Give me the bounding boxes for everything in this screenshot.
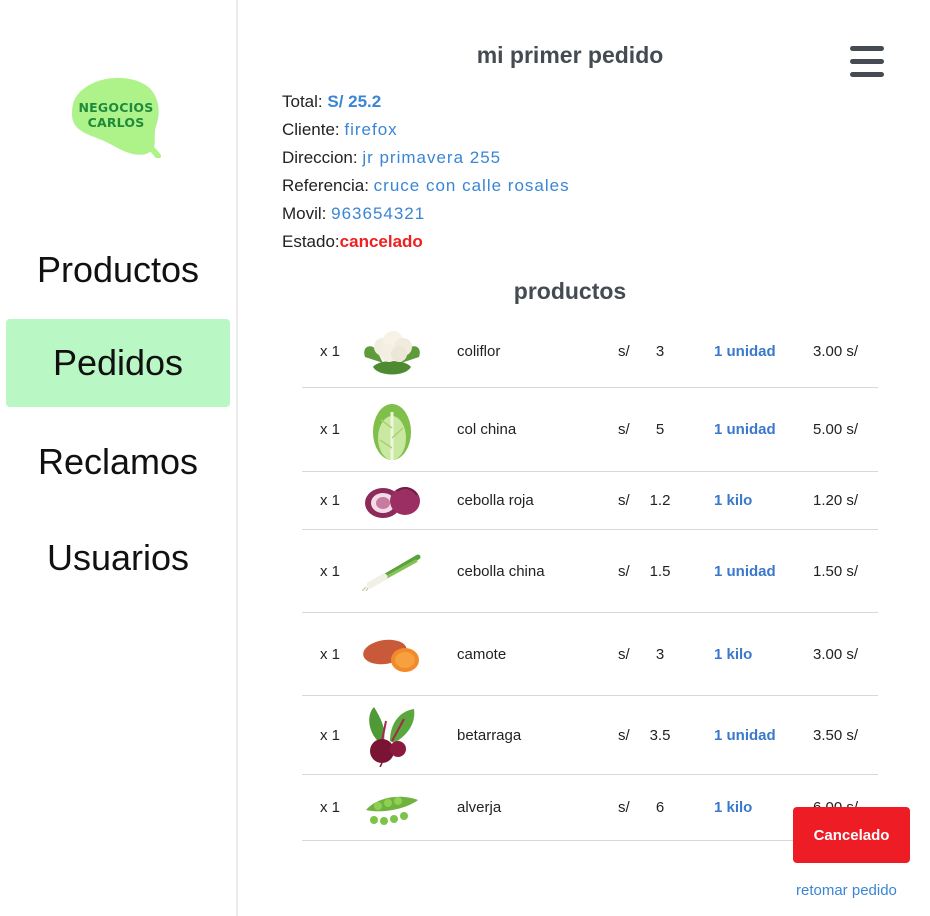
table-row: x 1 alverja s/ 6 1 kilo 6.00 s/ xyxy=(302,775,878,841)
red-onion-icon xyxy=(358,481,426,521)
product-unit: 1 unidad xyxy=(714,343,776,360)
product-qty: x 1 xyxy=(320,492,341,509)
product-price: 1.2 xyxy=(649,492,671,509)
status-label: Estado: xyxy=(282,232,340,251)
product-unit: 1 unidad xyxy=(714,562,776,580)
product-price: 3 xyxy=(655,343,665,360)
menu-bar xyxy=(850,59,884,64)
products-heading: productos xyxy=(513,278,627,304)
table-row: x 1 cebolla roja s/ 1.2 1 kilo 1.20 s/ xyxy=(302,472,878,530)
product-currency: s/ xyxy=(618,726,630,744)
product-qty: x 1 xyxy=(320,726,341,744)
phone-value: 963654321 xyxy=(331,204,426,223)
order-phone-row: Movil: 963654321 xyxy=(282,200,570,228)
total-label: Total: xyxy=(282,92,328,111)
product-name: coliflor xyxy=(457,343,501,360)
product-currency: s/ xyxy=(618,645,630,663)
table-row: x 1 coliflor s/ 3 1 unidad 3.00 s/ xyxy=(302,316,878,388)
table-row: x 1 cebolla china s/ 1.5 1 unidad 1.50 s… xyxy=(302,530,878,613)
phone-label: Movil: xyxy=(282,204,332,223)
product-subtotal: 5.00 s/ xyxy=(813,421,859,438)
order-reference-row: Referencia: cruce con calle rosales xyxy=(282,172,570,200)
peas-icon xyxy=(358,788,426,828)
product-name: alverja xyxy=(457,799,502,816)
product-currency: s/ xyxy=(618,799,630,816)
cauliflower-icon xyxy=(358,323,426,381)
product-currency: s/ xyxy=(618,492,630,509)
product-name: betarraga xyxy=(457,726,522,744)
beetroot-icon xyxy=(358,703,426,767)
client-value: firefox xyxy=(344,120,398,139)
sidebar-item-pedidos[interactable]: Pedidos xyxy=(6,319,230,407)
product-qty: x 1 xyxy=(320,343,341,360)
sweet-potato-icon xyxy=(358,632,426,676)
table-row: x 1 betarraga s/ 3.5 1 unidad 3.50 s/ xyxy=(302,696,878,775)
product-currency: s/ xyxy=(618,421,630,438)
chinese-cabbage-icon xyxy=(358,398,426,462)
sidebar: NEGOCIOS CARLOS Productos Pedidos Reclam… xyxy=(0,0,238,916)
cancelled-status-button[interactable]: Cancelado xyxy=(793,807,910,863)
address-value: jr primavera 255 xyxy=(362,148,502,167)
products-table: x 1 coliflor s/ 3 1 unidad 3.00 s/ x 1 c… xyxy=(302,316,878,841)
order-info: Total: S/ 25.2 Cliente: firefox Direccio… xyxy=(282,88,570,256)
product-unit: 1 kilo xyxy=(714,492,753,509)
resume-order-link[interactable]: retomar pedido xyxy=(796,882,897,899)
table-row: x 1 camote s/ 3 1 kilo 3.00 s/ xyxy=(302,613,878,696)
reference-value: cruce con calle rosales xyxy=(373,176,570,195)
product-qty: x 1 xyxy=(320,645,341,663)
product-name: cebolla roja xyxy=(457,492,534,509)
product-qty: x 1 xyxy=(320,799,341,816)
product-unit: 1 kilo xyxy=(714,799,753,816)
product-currency: s/ xyxy=(618,343,630,360)
order-client-row: Cliente: firefox xyxy=(282,116,570,144)
logo-line-2: CARLOS xyxy=(87,115,145,130)
spring-onion-icon xyxy=(358,551,426,591)
product-price: 5 xyxy=(655,421,665,438)
product-unit: 1 unidad xyxy=(714,421,776,438)
order-address-row: Direccion: jr primavera 255 xyxy=(282,144,570,172)
product-subtotal: 3.00 s/ xyxy=(813,343,859,360)
order-status-row: Estado:cancelado xyxy=(282,228,570,256)
product-name: cebolla china xyxy=(457,562,545,580)
product-subtotal: 3.50 s/ xyxy=(813,726,859,744)
sidebar-item-reclamos[interactable]: Reclamos xyxy=(6,418,230,506)
address-label: Direccion: xyxy=(282,148,363,167)
sidebar-item-usuarios[interactable]: Usuarios xyxy=(6,514,230,602)
product-price: 3.5 xyxy=(649,726,671,744)
product-subtotal: 1.50 s/ xyxy=(813,562,859,580)
product-price: 3 xyxy=(655,645,665,663)
product-subtotal: 1.20 s/ xyxy=(813,492,859,509)
total-value: S/ 25.2 xyxy=(327,92,382,111)
menu-bar xyxy=(850,72,884,77)
product-name: camote xyxy=(457,645,507,663)
order-detail: mi primer pedido Total: S/ 25.2 Cliente:… xyxy=(240,0,930,916)
hamburger-menu-icon[interactable] xyxy=(850,46,884,78)
product-subtotal: 3.00 s/ xyxy=(813,645,859,663)
table-row: x 1 col china s/ 5 1 unidad 5.00 s/ xyxy=(302,388,878,472)
product-price: 1.5 xyxy=(649,562,671,580)
sidebar-item-productos[interactable]: Productos xyxy=(6,226,230,314)
product-unit: 1 unidad xyxy=(714,726,776,744)
reference-label: Referencia: xyxy=(282,176,374,195)
product-currency: s/ xyxy=(618,562,630,580)
product-unit: 1 kilo xyxy=(714,645,753,663)
product-name: col china xyxy=(457,421,517,438)
status-value: cancelado xyxy=(339,232,423,251)
product-qty: x 1 xyxy=(320,421,341,438)
product-qty: x 1 xyxy=(320,562,341,580)
logo-line-1: NEGOCIOS xyxy=(78,100,154,115)
order-total-row: Total: S/ 25.2 xyxy=(282,88,570,116)
brand-logo[interactable]: NEGOCIOS CARLOS xyxy=(66,70,166,159)
menu-bar xyxy=(850,46,884,51)
order-title: mi primer pedido xyxy=(476,42,664,68)
product-price: 6 xyxy=(655,799,665,816)
client-label: Cliente: xyxy=(282,120,345,139)
